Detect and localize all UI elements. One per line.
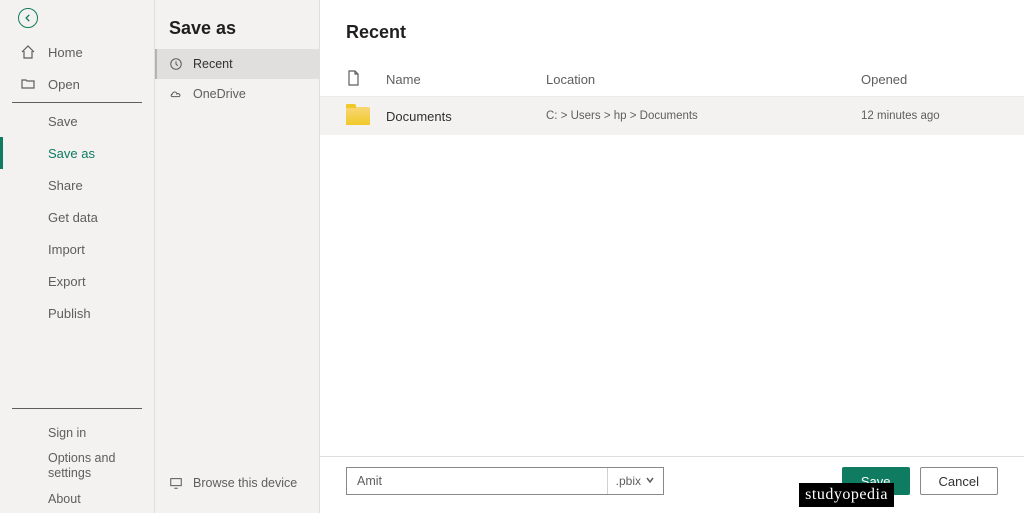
nav-export-label: Export xyxy=(48,274,86,289)
main-panel: Recent Name Location Opened Documents C:… xyxy=(320,0,1024,513)
nav-divider-bottom xyxy=(12,408,142,409)
col-opened-header[interactable]: Opened xyxy=(861,72,998,87)
nav-bottom: Sign in Options and settings About xyxy=(0,406,154,513)
back-button[interactable] xyxy=(18,8,38,28)
nav-open-label: Open xyxy=(48,77,80,92)
nav-import[interactable]: Import xyxy=(0,233,154,265)
browse-device-label: Browse this device xyxy=(193,476,297,490)
extension-label: .pbix xyxy=(616,474,641,488)
row-location: C: > Users > hp > Documents xyxy=(546,110,861,122)
nav-options-label: Options and settings xyxy=(48,451,154,481)
row-icon xyxy=(346,107,386,125)
row-opened: 12 minutes ago xyxy=(861,110,998,122)
bottom-bar: .pbix Save Cancel xyxy=(320,456,1024,513)
nav-divider xyxy=(12,102,142,103)
nav-share-label: Share xyxy=(48,178,83,193)
nav-about-label: About xyxy=(48,492,81,506)
col-icon-header xyxy=(346,70,386,89)
nav-share[interactable]: Share xyxy=(0,169,154,201)
home-icon xyxy=(20,44,36,60)
nav-signin-label: Sign in xyxy=(48,426,86,440)
arrow-left-icon xyxy=(23,11,33,26)
device-icon xyxy=(169,476,183,490)
nav-options[interactable]: Options and settings xyxy=(0,447,154,485)
folder-open-icon xyxy=(20,76,36,92)
nav-save-as-label: Save as xyxy=(48,146,95,161)
nav-import-label: Import xyxy=(48,242,85,257)
row-name: Documents xyxy=(386,109,546,124)
nav-home[interactable]: Home xyxy=(0,36,154,68)
clock-icon xyxy=(169,57,183,71)
loc-onedrive-label: OneDrive xyxy=(193,87,246,101)
loc-recent[interactable]: Recent xyxy=(155,49,319,79)
nav-save[interactable]: Save xyxy=(0,105,154,137)
col-location-header[interactable]: Location xyxy=(546,72,861,87)
file-table-header: Name Location Opened xyxy=(320,63,1024,97)
filename-input[interactable] xyxy=(347,474,607,488)
watermark: studyopedia xyxy=(799,483,894,507)
mid-title: Save as xyxy=(155,0,319,49)
col-name-header[interactable]: Name xyxy=(386,72,546,87)
filename-field: .pbix xyxy=(346,467,664,495)
extension-dropdown[interactable]: .pbix xyxy=(607,468,663,494)
nav-signin[interactable]: Sign in xyxy=(0,419,154,447)
nav-open[interactable]: Open xyxy=(0,68,154,100)
chevron-down-icon xyxy=(641,474,655,488)
folder-icon xyxy=(346,107,370,125)
nav-publish-label: Publish xyxy=(48,306,91,321)
loc-recent-label: Recent xyxy=(193,57,233,71)
left-nav: Home Open Save Save as Share Get data Im… xyxy=(0,0,155,513)
nav-get-data[interactable]: Get data xyxy=(0,201,154,233)
nav-home-label: Home xyxy=(48,45,83,60)
nav-save-as[interactable]: Save as xyxy=(0,137,154,169)
nav-get-data-label: Get data xyxy=(48,210,98,225)
nav-export[interactable]: Export xyxy=(0,265,154,297)
table-row[interactable]: Documents C: > Users > hp > Documents 12… xyxy=(320,97,1024,135)
browse-device[interactable]: Browse this device xyxy=(155,463,319,503)
save-as-locations: Save as Recent OneDrive Browse this devi… xyxy=(155,0,320,513)
file-icon xyxy=(346,74,360,89)
nav-publish[interactable]: Publish xyxy=(0,297,154,329)
cancel-button[interactable]: Cancel xyxy=(920,467,998,495)
cloud-icon xyxy=(169,87,183,101)
nav-about[interactable]: About xyxy=(0,485,154,513)
main-title: Recent xyxy=(320,0,1024,63)
nav-save-label: Save xyxy=(48,114,78,129)
loc-onedrive[interactable]: OneDrive xyxy=(155,79,319,109)
